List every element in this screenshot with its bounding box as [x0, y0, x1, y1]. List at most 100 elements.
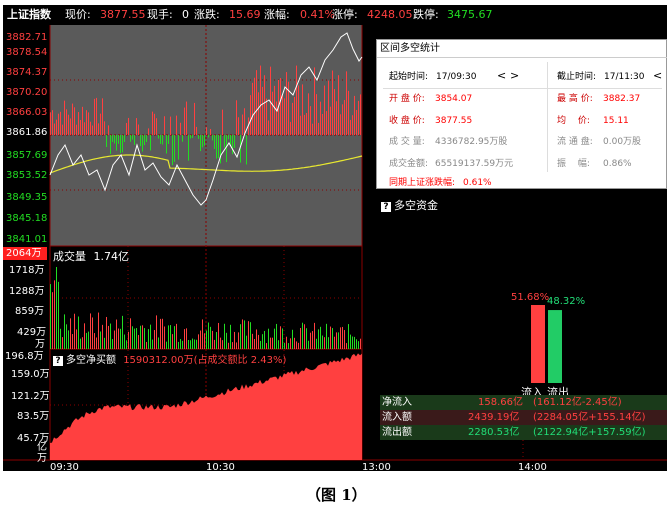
price-bar: [340, 114, 341, 135]
period-change-label: 同期上证涨跌幅:: [389, 178, 456, 188]
volume-axis-4: 429万: [17, 327, 47, 338]
volume-bar: [160, 318, 161, 349]
volume-bar: [300, 327, 301, 349]
volume-bar: [352, 336, 353, 349]
price-bar: [282, 94, 283, 135]
outflow-amount-row: 流出额 2280.53亿 (2122.94亿+157.59亿): [380, 425, 667, 440]
volume-bar: [110, 323, 111, 349]
volume-bar: [134, 328, 135, 349]
price-bar: [82, 106, 83, 135]
amount-value: 65519137.59万元: [435, 159, 514, 169]
time-label-0930: 09:30: [50, 462, 79, 471]
volume-bar: [286, 336, 287, 349]
help-icon[interactable]: ?: [53, 356, 63, 366]
price-axis-tick: 3878.54: [6, 47, 48, 58]
price-bar: [274, 85, 275, 135]
volume-bar: [184, 329, 185, 349]
volume-bar: [198, 334, 199, 349]
volume-bar: [344, 330, 345, 349]
volume-bar: [324, 337, 325, 349]
volume-axis-5: 万: [35, 339, 45, 350]
price-bar: [162, 135, 163, 145]
volume-bar: [266, 343, 267, 349]
price-bar: [192, 135, 193, 138]
price-bar: [226, 135, 227, 163]
volume-bar: [228, 342, 229, 349]
price-bar: [122, 135, 123, 153]
volume-label: 成交量 1.74亿: [53, 248, 129, 264]
price-bar: [140, 135, 141, 147]
volume-bar: [232, 342, 233, 349]
price-bar: [250, 95, 251, 135]
price-bar: [306, 112, 307, 135]
price-bar: [168, 135, 169, 144]
volume-axis-1: 1718万: [9, 265, 45, 276]
price-bar: [54, 123, 55, 135]
price-bar: [146, 135, 147, 142]
price-bar: [262, 86, 263, 135]
price-bar: [210, 128, 211, 135]
row-label: 流出额: [382, 427, 412, 438]
start-next-icon[interactable]: >: [510, 70, 519, 82]
volume-bar: [270, 337, 271, 349]
volume-bar: [114, 330, 115, 349]
price-axis-tick: 3841.01: [6, 234, 48, 245]
range-stats-dialog[interactable]: 区间多空统计 起始时间: 17/09:30 < > 截止时间: 17/11:30…: [376, 39, 667, 189]
volume-bar: [152, 339, 153, 349]
volume-bar: [356, 339, 357, 349]
price-bar: [344, 99, 345, 135]
price-bar: [130, 135, 131, 142]
volume-bar: [92, 317, 93, 349]
volume-bar: [162, 318, 163, 349]
price-bar: [352, 115, 353, 135]
volume-bar: [142, 325, 143, 349]
outflow-bar: [548, 310, 562, 383]
price-bar: [144, 135, 145, 146]
volume-bar: [56, 266, 57, 349]
volume-bar: [272, 337, 273, 349]
price-bar: [236, 100, 237, 135]
volume-bar: [150, 324, 151, 349]
price-bar: [108, 125, 109, 135]
volume-bar: [86, 332, 87, 349]
volume-bar: [208, 322, 209, 349]
price-bar: [114, 135, 115, 144]
volume-bar: [106, 316, 107, 349]
price-axis-tick: 3861.86: [6, 127, 48, 138]
price-axis-tick: 3853.52: [6, 170, 48, 181]
price-bar: [94, 98, 95, 135]
volume-bar: [62, 337, 63, 349]
price-bar: [78, 112, 79, 135]
volume-bar: [202, 319, 203, 349]
volume-bar: [206, 330, 207, 349]
volume-bar: [196, 339, 197, 349]
price-bar: [70, 118, 71, 135]
volume-bar: [108, 325, 109, 349]
start-prev-icon[interactable]: <: [497, 70, 506, 82]
volume-bar: [214, 339, 215, 349]
volume-bar: [188, 340, 189, 349]
price-bar: [184, 107, 185, 135]
price-bar: [350, 119, 351, 135]
avg-label: 均 价:: [557, 116, 590, 126]
end-prev-icon[interactable]: <: [653, 70, 662, 82]
price-bar: [152, 111, 153, 135]
volume-bar: [326, 323, 327, 349]
price-bar: [50, 112, 51, 135]
inflow-bar: [531, 305, 545, 383]
price-bar: [318, 122, 319, 135]
volume-bar: [94, 333, 95, 349]
price-bar: [358, 100, 359, 135]
volume-bar: [236, 342, 237, 349]
price-bar: [90, 121, 91, 135]
time-label-1030: 10:30: [206, 462, 235, 471]
price-bar: [52, 110, 53, 135]
amplitude-label: 振 幅:: [557, 159, 590, 169]
price-bar: [334, 89, 335, 135]
price-bar: [254, 77, 255, 135]
outflow-pct-label: 48.32%: [547, 296, 586, 307]
volume-bar: [294, 337, 295, 349]
price-bar: [198, 135, 199, 139]
volume-bar: [180, 339, 181, 349]
volume-bar: [350, 334, 351, 349]
